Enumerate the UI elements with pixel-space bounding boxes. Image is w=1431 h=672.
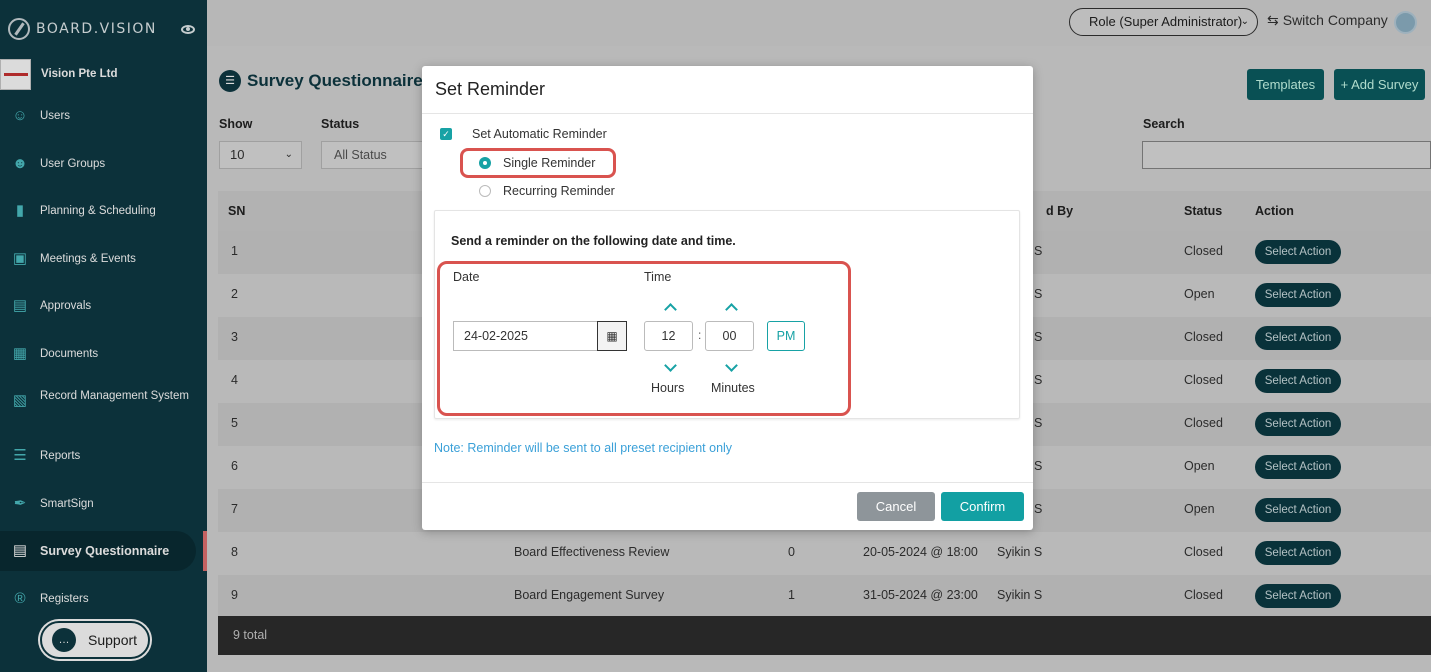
cancel-button[interactable]: Cancel xyxy=(857,492,935,521)
minutes-decrement-icon[interactable] xyxy=(725,361,737,373)
auto-reminder-checkbox-row[interactable]: ✓ Set Automatic Reminder xyxy=(440,127,607,141)
minutes-increment-icon[interactable] xyxy=(725,301,737,313)
reminder-note: Note: Reminder will be sent to all prese… xyxy=(434,441,733,455)
recurring-reminder-radio[interactable]: Recurring Reminder xyxy=(479,184,615,198)
radio-selected-icon[interactable] xyxy=(479,157,491,169)
hours-increment-icon[interactable] xyxy=(664,301,676,313)
hours-decrement-icon[interactable] xyxy=(664,361,676,373)
modal-title: Set Reminder xyxy=(422,66,1033,114)
card-title: Send a reminder on the following date an… xyxy=(451,234,736,248)
radio-unselected-icon[interactable] xyxy=(479,185,491,197)
checkbox-checked-icon[interactable]: ✓ xyxy=(440,128,452,140)
confirm-button[interactable]: Confirm xyxy=(941,492,1024,521)
hours-caption: Hours xyxy=(651,381,685,395)
time-label: Time xyxy=(644,270,672,284)
reminder-datetime-card: Send a reminder on the following date an… xyxy=(434,210,1020,419)
auto-reminder-label: Set Automatic Reminder xyxy=(472,127,607,141)
minutes-input[interactable]: 00 xyxy=(705,321,754,351)
single-reminder-radio[interactable]: Single Reminder xyxy=(479,156,595,170)
modal-footer: Cancel Confirm xyxy=(422,482,1033,530)
time-separator: : xyxy=(698,328,702,342)
minutes-caption: Minutes xyxy=(711,381,755,395)
single-reminder-label: Single Reminder xyxy=(503,156,596,170)
ampm-toggle-button[interactable]: PM xyxy=(767,321,805,351)
recurring-reminder-label: Recurring Reminder xyxy=(503,184,615,198)
set-reminder-modal: Set Reminder ✓ Set Automatic Reminder Si… xyxy=(422,66,1033,530)
calendar-icon[interactable]: ▦ xyxy=(597,321,627,351)
date-label: Date xyxy=(453,270,480,284)
hours-input[interactable]: 12 xyxy=(644,321,693,351)
